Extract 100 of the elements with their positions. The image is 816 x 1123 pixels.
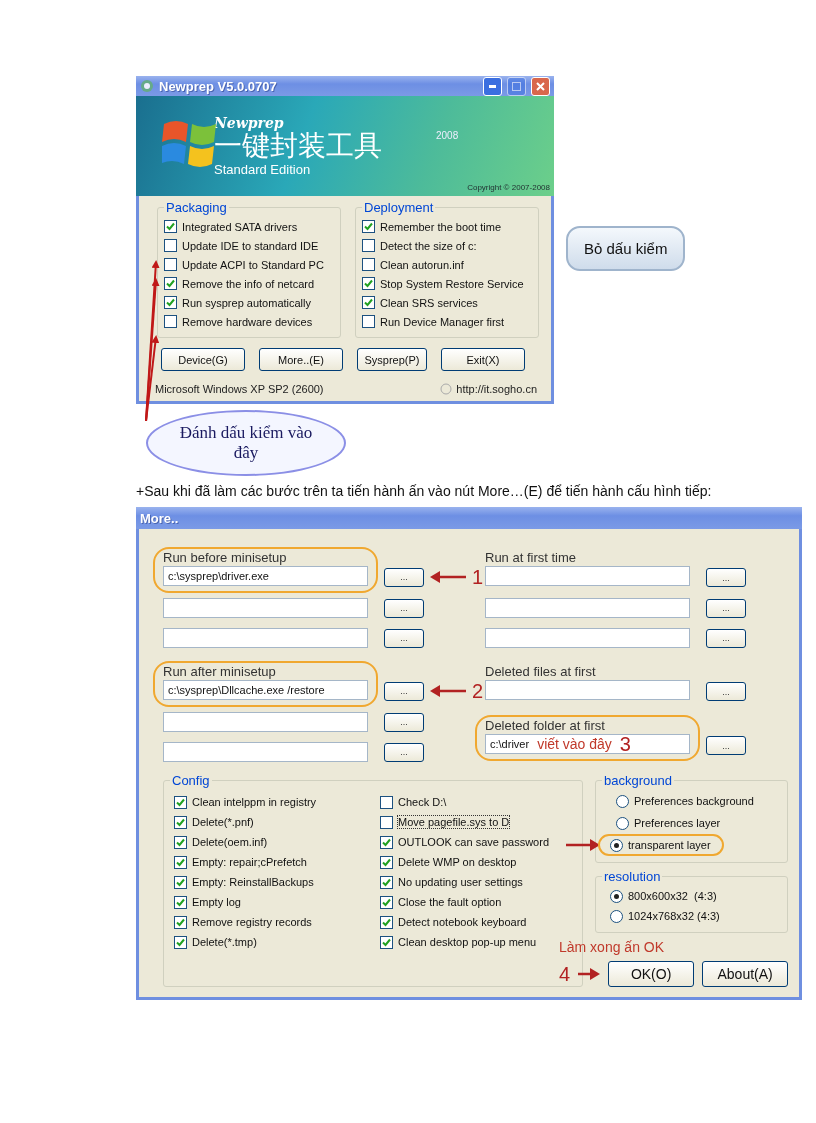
option-label: Delete(*.tmp) [191,935,258,949]
checkbox[interactable] [362,296,375,309]
checkbox[interactable] [164,220,177,233]
option-label: Run sysprep automatically [181,295,312,310]
option-label: Delete WMP on desktop [397,855,518,869]
maximize-button[interactable] [507,76,526,96]
option-label: Empty: ReinstallBackups [191,875,315,889]
option-label: No updating user settings [397,875,524,889]
radio-button[interactable] [610,838,623,852]
input-field[interactable]: c:\driver viết vào đây 3 [485,734,690,754]
input-field[interactable] [485,628,690,648]
browse-button[interactable]: ... [384,567,424,587]
radio-button[interactable] [616,816,629,830]
app-icon [140,79,154,93]
arrow-icon [430,571,466,583]
browse-button[interactable]: ... [384,681,424,701]
group-title: Config [171,773,211,788]
checkbox[interactable] [164,296,177,309]
checkbox[interactable] [164,258,177,271]
input-field[interactable] [163,712,368,732]
dialog-button[interactable]: More..(E) [259,348,343,371]
dialog-button[interactable]: Device(G) [161,348,245,371]
checkbox[interactable] [174,875,187,889]
checkbox[interactable] [174,935,187,949]
option-label: 1024x768x32 (4:3) [627,909,721,923]
checkbox[interactable] [362,239,375,252]
radio-button[interactable] [610,889,623,903]
option-label: OUTLOOK can save password [397,835,550,849]
input-field[interactable] [163,628,368,648]
close-icon [536,81,545,91]
option-label: Update IDE to standard IDE [181,238,320,253]
input-field[interactable] [163,598,368,618]
step-number: 1 [472,567,484,587]
radio-button[interactable] [616,794,629,808]
section-label: Run before minisetup [163,550,288,566]
browse-button[interactable]: ... [384,742,424,762]
website-link[interactable]: http://it.sogho.cn [440,383,537,395]
option-label: Clean SRS services [379,295,479,310]
dialog-button[interactable]: Exit(X) [441,348,525,371]
banner-title: 一键封装工具 [214,131,382,162]
section-label: Run after minisetup [163,664,277,680]
instruction-text: +Sau khi đã làm các bước trên ta tiến hành ấn vào nút More…(E) để tiến hành cấu hình tiếp: [136,484,713,499]
os-version-text: Microsoft Windows XP SP2 (2600) [155,383,324,395]
checkbox[interactable] [362,220,375,233]
checkbox[interactable] [380,815,393,829]
dialog-button[interactable]: OK(O) [608,961,695,987]
checkbox[interactable] [174,895,187,909]
checkbox[interactable] [380,875,393,889]
dialog-button[interactable]: About(A) [702,961,789,987]
close-button[interactable] [531,76,550,96]
checkbox[interactable] [380,795,393,809]
checkbox[interactable] [174,915,187,929]
minimize-button[interactable] [483,76,502,96]
checkbox[interactable] [164,277,177,290]
browse-button[interactable]: ... [706,598,746,618]
window-title: More.. [140,510,180,526]
browse-button[interactable]: ... [706,682,746,701]
checkbox[interactable] [174,795,187,809]
input-field[interactable] [485,566,690,586]
browse-button[interactable]: ... [384,598,424,618]
arrow-icon [566,839,600,851]
checkbox[interactable] [174,815,187,829]
checkbox[interactable] [174,855,187,869]
checkbox[interactable] [164,239,177,252]
checkbox[interactable] [362,258,375,271]
radio-button[interactable] [610,909,623,923]
arrow-icon [578,968,601,980]
option-label: transparent layer [627,838,712,852]
group-title: Deployment [363,200,435,215]
option-label: Close the fault option [397,895,503,909]
group-title: resolution [603,869,662,884]
globe-icon [440,383,453,395]
section-label: Deleted folder at first [485,718,606,734]
checkbox[interactable] [380,915,393,929]
browse-button[interactable]: ... [384,628,424,648]
year-text: 2008 [436,130,459,141]
browse-button[interactable]: ... [706,628,746,648]
input-field[interactable] [485,680,690,700]
browse-button[interactable]: ... [384,712,424,732]
dialog-button[interactable]: Sysprep(P) [357,348,427,371]
browse-button[interactable]: ... [706,736,746,755]
option-label: Empty: repair;cPrefetch [191,855,308,869]
browse-button[interactable]: ... [706,568,746,587]
input-field[interactable]: c:\sysprep\Dllcache.exe /restore [163,680,368,700]
checkbox[interactable] [362,277,375,290]
annotation-text: Làm xong ấn OK [559,939,666,955]
option-label: Delete(oem.inf) [191,835,269,849]
input-field[interactable]: c:\sysprep\driver.exe [163,566,368,586]
checkbox[interactable] [164,315,177,328]
group-title: background [603,773,673,788]
checkbox[interactable] [362,315,375,328]
input-field[interactable] [485,598,690,618]
checkbox[interactable] [380,835,393,849]
input-field[interactable] [163,742,368,762]
checkbox[interactable] [380,935,393,949]
checkbox[interactable] [380,895,393,909]
maximize-icon [512,81,521,91]
checkbox[interactable] [380,855,393,869]
step-number: 2 [472,681,484,701]
checkbox[interactable] [174,835,187,849]
